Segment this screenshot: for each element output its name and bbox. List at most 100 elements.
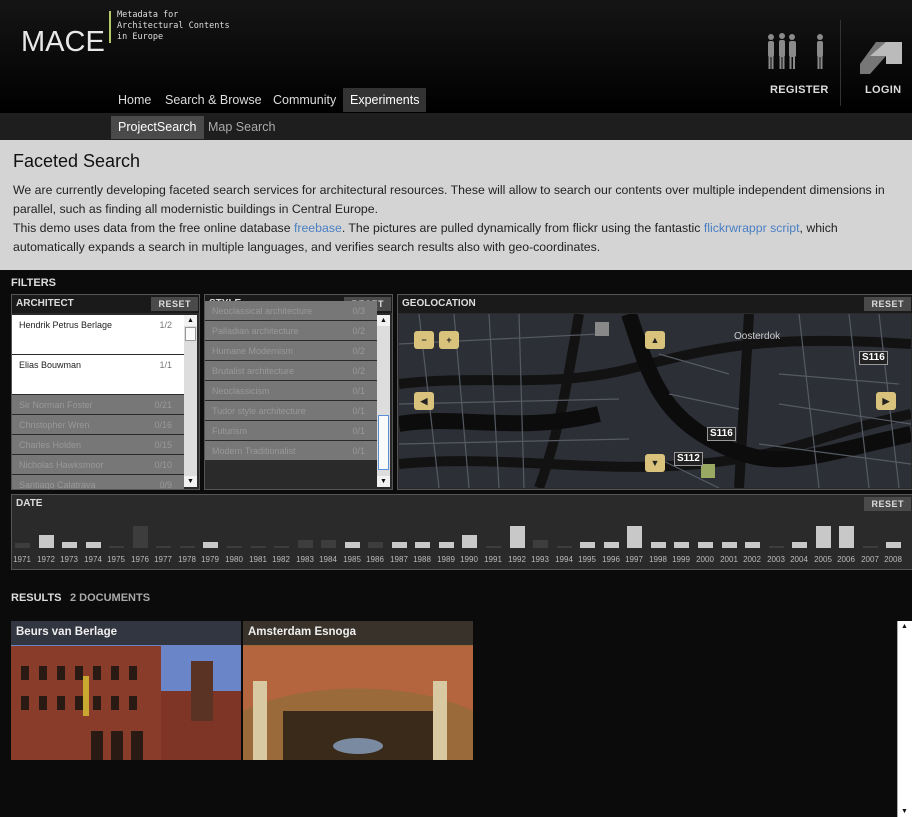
style-item[interactable]: Humane Modernism 0/2 [205, 341, 377, 360]
scroll-up-icon[interactable]: ▲ [898, 621, 911, 632]
date-bar[interactable] [792, 542, 807, 548]
subnav-map-search[interactable]: Map Search [201, 116, 282, 139]
date-bar[interactable] [486, 546, 501, 548]
date-bar[interactable] [863, 546, 878, 548]
date-bar[interactable] [533, 540, 548, 548]
style-item[interactable]: Futurism 0/1 [205, 421, 377, 440]
zoom-in-button[interactable]: + [439, 331, 459, 349]
geolocation-reset-button[interactable]: RESET [864, 297, 911, 311]
scroll-down-icon[interactable]: ▼ [184, 476, 197, 487]
date-bar[interactable] [462, 535, 477, 548]
nav-home[interactable]: Home [111, 88, 158, 112]
date-bar[interactable] [368, 542, 383, 548]
date-year-label: 2002 [743, 555, 761, 564]
date-bar[interactable] [627, 526, 642, 548]
architect-item-count: 0/21 [154, 400, 172, 410]
login-link[interactable]: LOGIN [865, 84, 901, 96]
date-bar[interactable] [722, 542, 737, 548]
date-year-label: 1993 [531, 555, 549, 564]
date-bar[interactable] [745, 542, 760, 548]
date-bar[interactable] [203, 542, 218, 548]
architect-item[interactable]: Christopher Wren 0/16 [12, 415, 184, 434]
pan-down-icon[interactable]: ▼ [645, 454, 665, 472]
date-bar[interactable] [816, 526, 831, 548]
date-bar[interactable] [109, 546, 124, 548]
architect-scrollbar[interactable]: ▲ ▼ [184, 315, 197, 487]
date-bar[interactable] [886, 542, 901, 548]
architect-item[interactable]: Elias Bouwman 1/1 [12, 355, 184, 394]
architect-item[interactable]: Sir Norman Foster 0/21 [12, 395, 184, 414]
result-card[interactable]: Beurs van Berlage [11, 621, 241, 760]
nav-community[interactable]: Community [266, 88, 343, 112]
scroll-down-icon[interactable]: ▼ [898, 806, 911, 817]
pan-up-icon[interactable]: ▲ [645, 331, 665, 349]
architect-item-count: 0/15 [154, 440, 172, 450]
date-bar[interactable] [698, 542, 713, 548]
results-scrollbar[interactable]: ▲ ▼ [897, 621, 912, 817]
scroll-up-icon[interactable]: ▲ [377, 315, 390, 326]
date-year-label: 2004 [790, 555, 808, 564]
date-bar[interactable] [392, 542, 407, 548]
date-bar[interactable] [321, 540, 336, 548]
date-bar[interactable] [15, 543, 30, 548]
style-item[interactable]: Brutalist architecture 0/2 [205, 361, 377, 380]
pan-left-icon[interactable]: ◀ [414, 392, 434, 410]
date-bar[interactable] [251, 546, 266, 548]
style-item[interactable]: Neoclassicism 0/1 [205, 381, 377, 400]
date-bar[interactable] [180, 546, 195, 548]
architect-reset-button[interactable]: RESET [151, 297, 198, 311]
architect-item[interactable]: Nicholas Hawksmoor 0/10 [12, 455, 184, 474]
style-item[interactable]: Modern Traditionalist 0/1 [205, 441, 377, 460]
scroll-down-icon[interactable]: ▼ [377, 476, 390, 487]
result-card[interactable]: Amsterdam Esnoga [243, 621, 473, 760]
style-item[interactable]: Tudor style architecture 0/1 [205, 401, 377, 420]
style-item[interactable]: Palladian architecture 0/2 [205, 321, 377, 340]
scroll-up-icon[interactable]: ▲ [184, 315, 197, 326]
date-bar[interactable] [156, 546, 171, 548]
date-bar[interactable] [674, 542, 689, 548]
scroll-thumb[interactable] [185, 327, 196, 341]
flickrwrappr-link[interactable]: flickrwrappr script [704, 221, 800, 235]
zoom-out-button[interactable]: − [414, 331, 434, 349]
date-bar[interactable] [298, 540, 313, 548]
date-bar[interactable] [415, 542, 430, 548]
subnav-projectsearch[interactable]: ProjectSearch [111, 116, 204, 139]
mace-logo[interactable]: MACE [21, 26, 105, 59]
date-reset-button[interactable]: RESET [864, 497, 911, 511]
date-bar[interactable] [86, 542, 101, 548]
date-bar[interactable] [227, 546, 242, 548]
architect-item[interactable]: Santiago Calatrava 0/9 [12, 475, 184, 489]
nav-experiments[interactable]: Experiments [343, 88, 427, 112]
style-item[interactable]: Neoclassical architecture 0/3 [205, 301, 377, 320]
date-bar[interactable] [39, 535, 54, 548]
date-bar[interactable] [769, 546, 784, 548]
date-bar[interactable] [580, 542, 595, 548]
style-item-name: Neoclassicism [212, 386, 270, 396]
result-title[interactable]: Beurs van Berlage [16, 626, 117, 638]
architect-item[interactable]: Hendrik Petrus Berlage 1/2 [12, 315, 184, 354]
pan-right-icon[interactable]: ▶ [876, 392, 896, 410]
date-bar[interactable] [510, 526, 525, 548]
freebase-link[interactable]: freebase [294, 221, 342, 235]
result-title[interactable]: Amsterdam Esnoga [248, 626, 356, 638]
date-bar[interactable] [133, 526, 148, 548]
scroll-thumb[interactable] [378, 415, 389, 470]
login-arrow-icon[interactable] [856, 36, 908, 76]
date-bar[interactable] [651, 542, 666, 548]
date-bar[interactable] [345, 542, 360, 548]
architect-item[interactable]: Charles Holden 0/15 [12, 435, 184, 454]
date-bar[interactable] [604, 542, 619, 548]
date-year-label: 1992 [508, 555, 526, 564]
style-scrollbar[interactable]: ▲ ▼ [377, 315, 390, 487]
nav-search-browse[interactable]: Search & Browse [158, 88, 269, 112]
register-link[interactable]: REGISTER [770, 84, 829, 96]
date-bar[interactable] [439, 542, 454, 548]
date-bar[interactable] [557, 546, 572, 548]
register-people-icon[interactable] [765, 32, 827, 70]
date-year-label: 2008 [884, 555, 902, 564]
date-year-label: 2001 [720, 555, 738, 564]
date-bar[interactable] [274, 546, 289, 548]
date-year-label: 1994 [555, 555, 573, 564]
date-bar[interactable] [839, 526, 854, 548]
date-bar[interactable] [62, 542, 77, 548]
